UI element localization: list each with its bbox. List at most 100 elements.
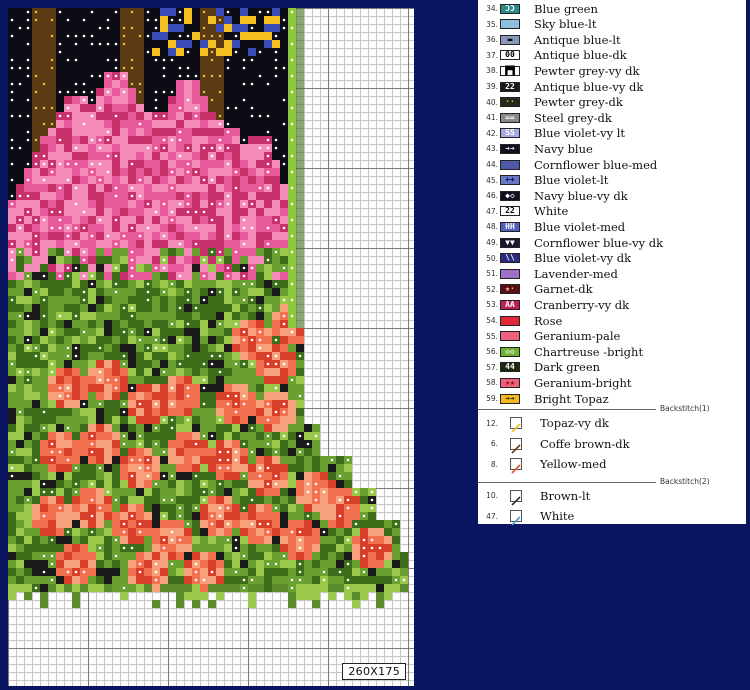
legend-row: 39. 22 Antique blue-vy dk (478, 79, 746, 94)
legend-row: 52. ★· Garnet-dk (478, 282, 746, 297)
legend-row-number: 56. (486, 347, 498, 357)
section-label: Backstitch(1) (660, 404, 710, 413)
legend-swatch: == (500, 112, 520, 123)
legend-swatch: ▬ (500, 34, 520, 45)
backstitch-number: 8. (490, 459, 498, 469)
legend-row: 51. Lavender-med (478, 266, 746, 281)
legend-row: 58. ★★ Geranium-bright (478, 375, 746, 390)
legend-swatch: HH (500, 221, 520, 232)
legend-row-number: 38. (486, 66, 498, 76)
legend-swatch: AA (500, 299, 520, 310)
legend-row: 53. AA Cranberry-vy dk (478, 297, 746, 312)
legend-swatch: 44 (500, 362, 520, 373)
legend-row: 46. ◆◇ Navy blue-vy dk (478, 188, 746, 203)
thread-legend: 34. ƆƆ Blue green 35. Sky blue-lt 36. ▬ Antique… (478, 0, 746, 526)
legend-row-name: Navy blue (534, 141, 593, 156)
legend-row: 35. Sky blue-lt (478, 17, 746, 32)
backstitch-swatch (510, 437, 522, 454)
legend-row-number: 36. (486, 35, 498, 45)
legend-row-number: 37. (486, 50, 498, 60)
legend-row-number: 48. (486, 222, 498, 232)
legend-row-name: Cranberry-vy dk (534, 297, 630, 312)
legend-row-name: Blue green (534, 1, 598, 16)
legend-row-name: Pewter grey-vy dk (534, 63, 640, 78)
legend-row-number: 41. (486, 113, 498, 123)
backstitch-swatch (510, 510, 522, 526)
legend-row: 56. ◇◇ Chartreuse -bright (478, 344, 746, 359)
legend-row-number: 39. (486, 82, 498, 91)
legend-row-name: Garnet-dk (534, 282, 593, 297)
legend-row: 55. Geranium-pale (478, 329, 746, 344)
legend-row: 36. ▬ Antique blue-lt (478, 32, 746, 47)
legend-row-name: Blue violet-med (534, 219, 626, 234)
backstitch-row: 6. Coffe brown-dk (478, 434, 746, 454)
legend-row-number: 40. (486, 97, 498, 107)
legend-row: 43. ➔➔ Navy blue (478, 141, 746, 156)
section-divider (478, 409, 656, 410)
backstitch-row: 8. Yellow-med (478, 454, 746, 474)
legend-row-number: 53. (486, 300, 498, 310)
legend-swatch: ★★ (500, 377, 520, 388)
legend-swatch: ▛▜ (500, 65, 520, 76)
legend-swatch: ▼▼ (500, 237, 520, 248)
legend-row-name: Antique blue-lt (534, 32, 621, 47)
legend-row-number: 49. (486, 238, 498, 247)
legend-row-name: Antique blue-dk (534, 48, 627, 63)
legend-row-name: Steel grey-dk (534, 110, 612, 125)
legend-swatch: \\ (500, 253, 520, 264)
legend-row-name: Rose (534, 313, 563, 328)
legend-swatch: 22 (500, 206, 520, 217)
backstitch-name: White (540, 509, 575, 523)
backstitch-swatch (510, 417, 522, 433)
backstitch-row: 47. White (478, 506, 746, 526)
backstitch-number: 47. (486, 511, 498, 521)
legend-row-number: 50. (486, 253, 498, 263)
legend-row-name: Chartreuse -bright (534, 344, 644, 359)
backstitch-number: 6. (490, 439, 498, 448)
legend-swatch: 22 (500, 81, 520, 92)
legend-swatch (500, 268, 520, 279)
legend-row: 44. Cornflower blue-med (478, 157, 746, 172)
legend-swatch (500, 159, 520, 170)
legend-row: 45. ++ Blue violet-lt (478, 173, 746, 188)
legend-swatch (500, 331, 520, 342)
legend-swatch: ➔➔ (500, 143, 520, 154)
legend-row-name: Cornflower blue-med (534, 157, 658, 172)
legend-row-number: 42. (486, 128, 498, 138)
legend-row-name: Dark green (534, 360, 601, 375)
legend-row-name: Blue violet-vy lt (534, 126, 626, 141)
legend-row: 37. 00 Antique blue-dk (478, 48, 746, 63)
legend-row: 57. 44 Dark green (478, 360, 746, 375)
legend-row-number: 46. (486, 191, 498, 201)
section-label: Backstitch(2) (660, 476, 710, 486)
backstitch-name: Coffe brown-dk (540, 436, 630, 451)
legend-row-number: 58. (486, 378, 498, 388)
backstitch-name: Topaz-vy dk (540, 416, 609, 430)
legend-row-name: Pewter grey-dk (534, 95, 623, 110)
legend-row-number: 57. (486, 362, 498, 372)
legend-swatch (500, 19, 520, 30)
legend-row: 42. SS Blue violet-vy lt (478, 126, 746, 141)
legend-row-name: Navy blue-vy dk (534, 188, 628, 203)
legend-row: 54. Rose (478, 313, 746, 328)
legend-row-number: 55. (486, 331, 498, 341)
legend-row-name: Blue violet-lt (534, 173, 609, 188)
legend-swatch: ++ (500, 175, 520, 186)
legend-row-name: Lavender-med (534, 266, 618, 281)
legend-row-name: Geranium-pale (534, 329, 621, 344)
legend-swatch: ·· (500, 97, 520, 108)
legend-row-number: 47. (486, 206, 498, 216)
legend-row-name: Geranium-bright (534, 375, 632, 390)
legend-swatch (500, 315, 520, 326)
legend-row-number: 51. (486, 269, 498, 279)
backstitch-number: 10. (486, 491, 498, 500)
legend-swatch: ◆◇ (500, 190, 520, 201)
legend-row: 40. ·· Pewter grey-dk (478, 95, 746, 110)
legend-row: 49. ▼▼ Cornflower blue-vy dk (478, 235, 746, 250)
legend-swatch: 00 (500, 50, 520, 61)
pattern-artwork (8, 8, 408, 608)
legend-swatch: ƆƆ (500, 3, 520, 14)
legend-row-name: Antique blue-vy dk (534, 79, 644, 94)
legend-row-number: 44. (486, 160, 498, 169)
legend-row-name: White (534, 204, 569, 219)
